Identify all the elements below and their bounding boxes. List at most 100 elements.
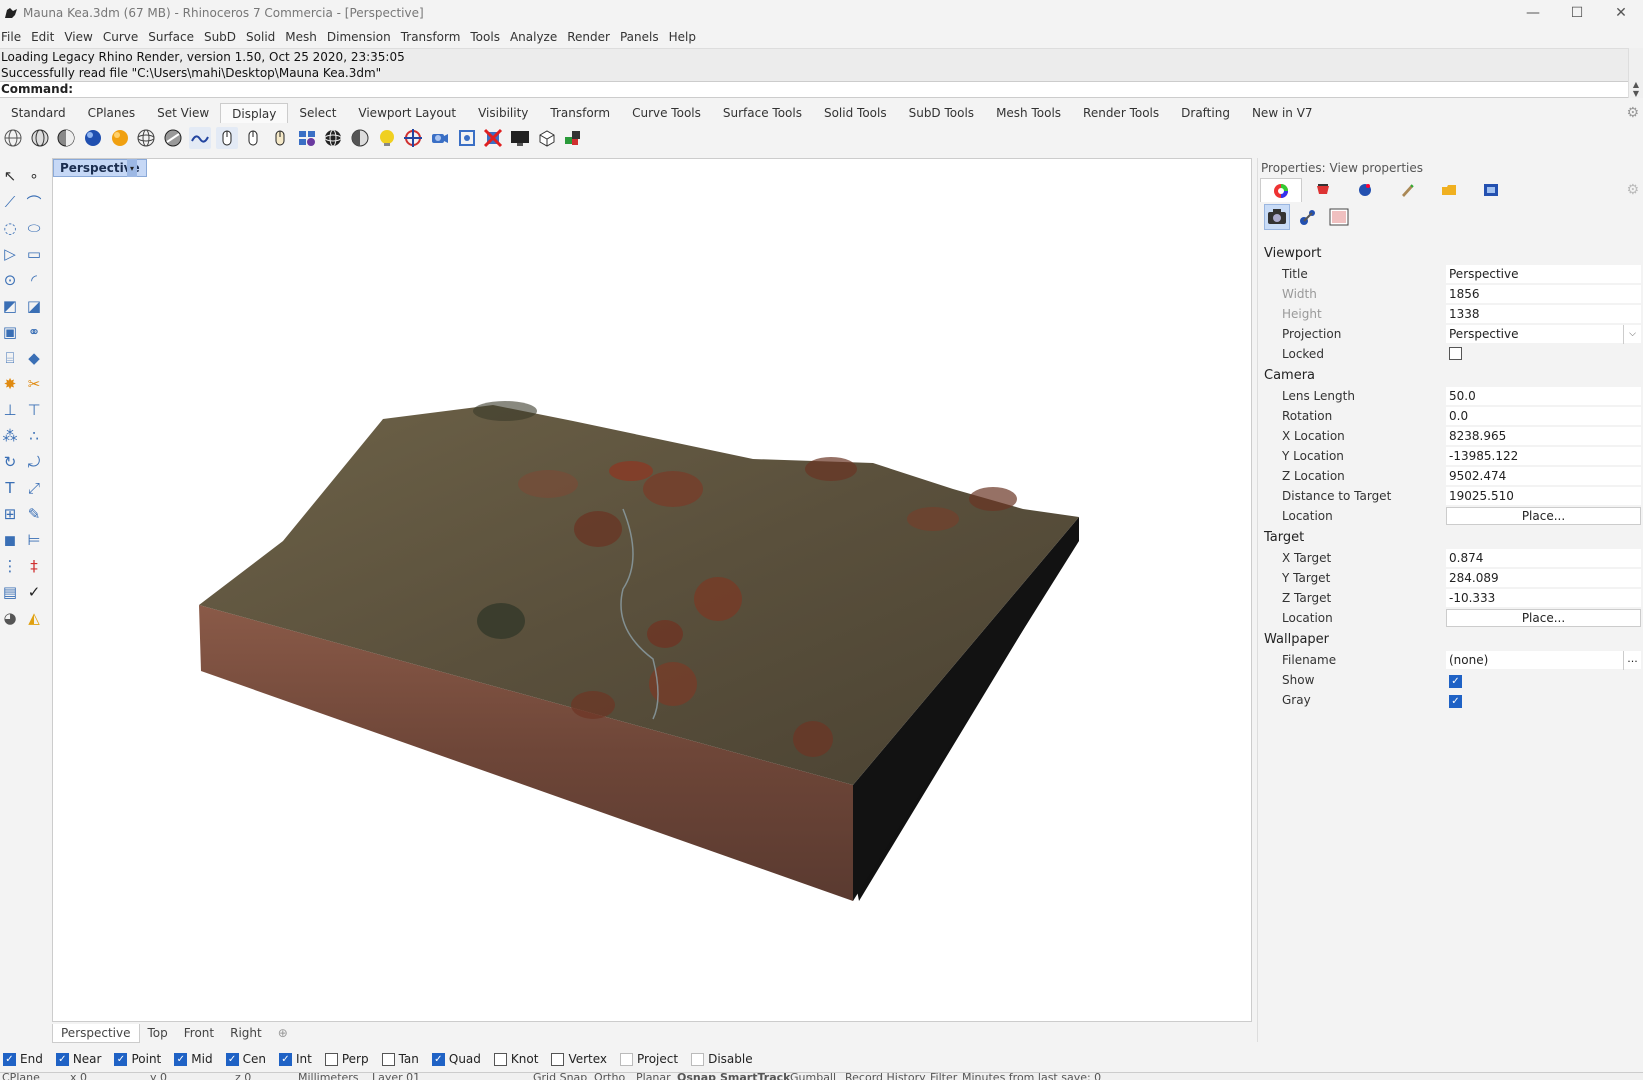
browse-button[interactable]: ... [1623, 650, 1641, 670]
extrude-icon[interactable]: ◪ [24, 296, 44, 316]
tab-render-tools[interactable]: Render Tools [1072, 103, 1170, 123]
point-icon[interactable]: ∘ [24, 166, 44, 186]
command-prompt[interactable]: Command: [0, 81, 1628, 98]
polyline-icon[interactable]: ⟋ [0, 192, 20, 212]
status-layer[interactable]: Layer 01 [372, 1073, 420, 1080]
minimize-button[interactable]: — [1511, 0, 1555, 26]
grid-array-icon[interactable]: ⋮ [0, 556, 20, 576]
box-edges-icon[interactable] [536, 127, 558, 149]
scroll-down-icon[interactable]: ▼ [1633, 89, 1639, 98]
checkbox-unchecked-icon[interactable] [620, 1052, 634, 1066]
cylinder-icon[interactable]: ⌸ [0, 348, 20, 368]
checkbox-checked-icon[interactable]: ✓ [278, 1052, 292, 1066]
menu-solid[interactable]: Solid [245, 30, 284, 44]
viewport-menu-dropdown[interactable]: ▾ [127, 159, 137, 177]
camera-icon[interactable] [1264, 204, 1290, 230]
show-checkbox[interactable]: ✓ [1449, 675, 1462, 688]
checkbox-unchecked-icon[interactable] [691, 1052, 705, 1066]
viewtab-front[interactable]: Front [176, 1024, 222, 1042]
mirror-icon[interactable]: ⤾ [24, 452, 44, 472]
y-location-field[interactable]: -13985.122 [1446, 446, 1641, 466]
join-icon[interactable]: ⊥ [0, 400, 20, 420]
menu-subd[interactable]: SubD [203, 30, 245, 44]
menu-analyze[interactable]: Analyze [509, 30, 566, 44]
maximize-button[interactable]: ☐ [1555, 0, 1599, 26]
menu-file[interactable]: File [0, 30, 30, 44]
shaded-sphere-icon[interactable] [29, 127, 51, 149]
gear-icon[interactable]: ⚙ [1626, 105, 1639, 121]
surface-icon[interactable]: ◩ [0, 296, 20, 316]
z-location-field[interactable]: 9502.474 [1446, 466, 1641, 486]
box-icon[interactable]: ▣ [0, 322, 20, 342]
checkbox-checked-icon[interactable]: ✓ [431, 1052, 445, 1066]
status-grid-snap[interactable]: Grid Snap [533, 1073, 587, 1080]
menu-dimension[interactable]: Dimension [326, 30, 400, 44]
osnap-end[interactable]: ✓ End [3, 1052, 43, 1066]
osnap-quad[interactable]: ✓ Quad [431, 1052, 481, 1066]
osnap-project[interactable]: Project [620, 1052, 678, 1066]
gumball-icon[interactable]: ‡ [24, 556, 44, 576]
osnap-tan[interactable]: Tan [381, 1052, 419, 1066]
viewtab-right[interactable]: Right [222, 1024, 270, 1042]
edit-icon[interactable]: ✎ [24, 504, 44, 524]
tab-viewport-layout[interactable]: Viewport Layout [347, 103, 467, 123]
osnap-cen[interactable]: ✓ Cen [225, 1052, 266, 1066]
status-units[interactable]: Millimeters [298, 1073, 359, 1080]
checkbox-checked-icon[interactable]: ✓ [174, 1052, 188, 1066]
scroll-up-icon[interactable]: ▲ [1633, 80, 1639, 89]
technical-sphere-icon[interactable] [135, 127, 157, 149]
properties-tab-icon[interactable] [1260, 178, 1302, 202]
rectangle-icon[interactable]: ▭ [24, 244, 44, 264]
sphere-grid-icon[interactable] [322, 127, 344, 149]
status-planar[interactable]: Planar [636, 1073, 671, 1080]
solid-box-icon[interactable]: ◼ [0, 530, 20, 550]
checkbox-checked-icon[interactable]: ✓ [3, 1052, 16, 1066]
tab-display[interactable]: Display [220, 103, 289, 123]
tab-cplanes[interactable]: CPlanes [77, 103, 147, 123]
zoom-extents-icon[interactable] [456, 127, 478, 149]
checkbox-checked-icon[interactable]: ✓ [114, 1052, 128, 1066]
render-tab-icon[interactable] [1344, 178, 1386, 202]
tab-new-in-v7[interactable]: New in V7 [1241, 103, 1324, 123]
dimension-icon[interactable]: ⊨ [24, 530, 44, 550]
x-target-field[interactable]: 0.874 [1446, 548, 1641, 568]
target-place-button[interactable]: Place... [1446, 609, 1641, 627]
viewport-height-field[interactable]: 1338 [1446, 304, 1641, 324]
rotation-field[interactable]: 0.0 [1446, 406, 1641, 426]
osnap-point[interactable]: ✓ Point [114, 1052, 161, 1066]
tab-set-view[interactable]: Set View [146, 103, 220, 123]
rendered-sphere-icon[interactable] [55, 127, 77, 149]
menu-curve[interactable]: Curve [102, 30, 147, 44]
locked-checkbox[interactable] [1449, 346, 1462, 360]
plane-icon[interactable]: ◆ [24, 348, 44, 368]
checkbox-unchecked-icon[interactable] [551, 1052, 565, 1066]
checkbox-unchecked-icon[interactable] [324, 1052, 338, 1066]
menu-mesh[interactable]: Mesh [284, 30, 326, 44]
circle-icon[interactable]: ◌ [0, 218, 20, 238]
tab-drafting[interactable]: Drafting [1170, 103, 1241, 123]
xray-sphere-icon[interactable] [109, 127, 131, 149]
scale-icon[interactable]: ⤢ [24, 478, 44, 498]
viewport-title-field[interactable]: Perspective [1446, 264, 1641, 284]
tab-standard[interactable]: Standard [0, 103, 77, 123]
osnap-mid[interactable]: ✓ Mid [174, 1052, 213, 1066]
pen-display-icon[interactable] [188, 127, 211, 149]
osnap-near[interactable]: ✓ Near [55, 1052, 101, 1066]
color-cubes-icon[interactable] [562, 127, 584, 149]
viewport-layout-icon[interactable] [296, 127, 318, 149]
check-icon[interactable]: ✓ [24, 582, 44, 602]
osnap-vertex[interactable]: Vertex [551, 1052, 607, 1066]
material-icon[interactable]: ◕ [0, 608, 20, 628]
checkbox-checked-icon[interactable]: ✓ [55, 1052, 69, 1066]
help-tab-icon[interactable] [1386, 178, 1428, 202]
split-icon[interactable]: ⊤ [24, 400, 44, 420]
lightbulb-icon[interactable] [376, 127, 398, 149]
mouse-icon[interactable] [242, 127, 264, 149]
tab-transform[interactable]: Transform [539, 103, 621, 123]
viewtab-top[interactable]: Top [140, 1024, 176, 1042]
select-arrow-icon[interactable]: ↖ [0, 166, 20, 186]
viewtab-perspective[interactable]: Perspective [52, 1023, 140, 1043]
x-location-field[interactable]: 8238.965 [1446, 426, 1641, 446]
boolean-icon[interactable]: ⚭ [24, 322, 44, 342]
lens-length-field[interactable]: 50.0 [1446, 386, 1641, 406]
